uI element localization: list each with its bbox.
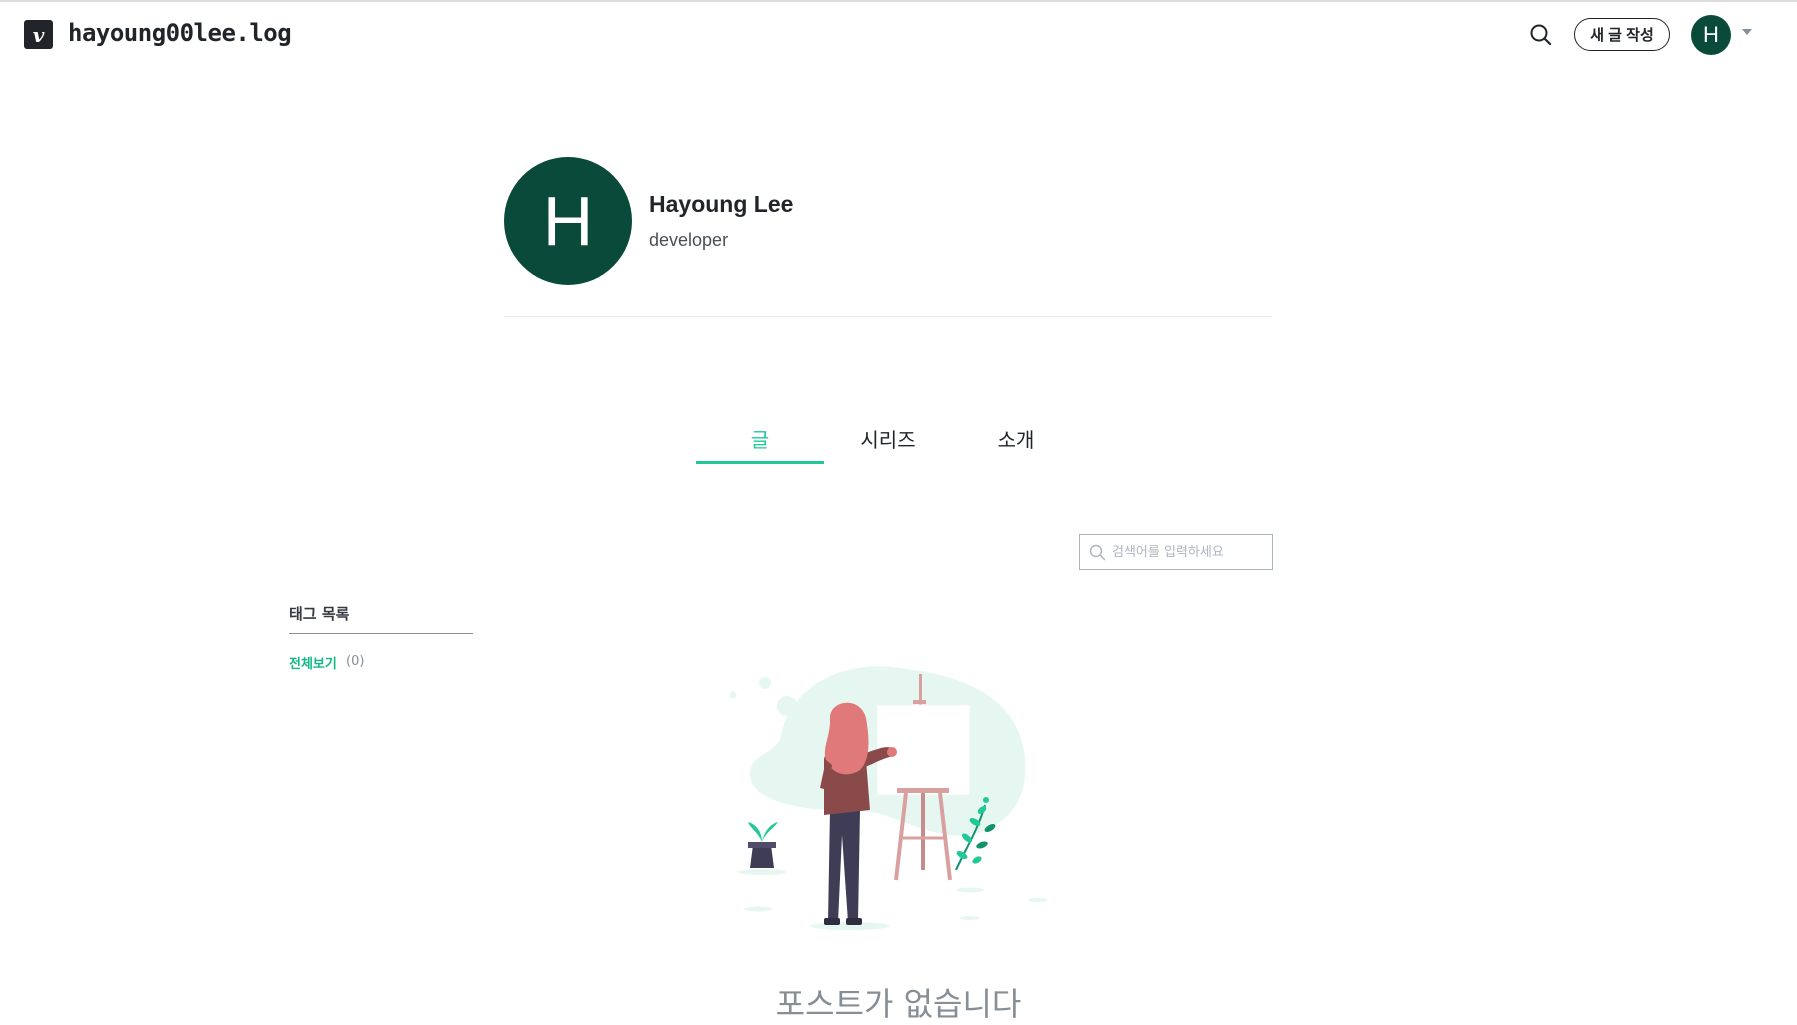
profile-tabs: 글 시리즈 소개 [696,418,1080,464]
empty-posts-illustration [729,666,1048,930]
tag-all-link[interactable]: 전체보기 [289,653,337,672]
velog-logo-icon[interactable]: v [24,20,53,49]
active-tab-indicator [696,461,824,464]
post-search-box[interactable] [1079,534,1273,570]
blog-name-link[interactable]: hayoung00lee.log [68,19,292,47]
chevron-down-icon[interactable] [1742,29,1752,35]
search-icon [1089,544,1106,560]
search-icon [1530,24,1552,46]
tab-posts[interactable]: 글 [696,418,824,464]
profile-name: Hayoung Lee [649,191,794,217]
profile-avatar: H [504,157,632,285]
profile-divider [504,316,1272,317]
tab-about[interactable]: 소개 [952,418,1080,464]
tag-list-title: 태그 목록 [289,605,350,623]
search-input[interactable] [1112,544,1262,560]
user-avatar[interactable]: H [1691,15,1731,55]
tag-all-count: (0) [346,654,365,669]
tab-series[interactable]: 시리즈 [824,418,952,464]
top-border [0,0,1797,2]
new-post-button[interactable]: 새 글 작성 [1574,18,1670,51]
search-button[interactable] [1528,22,1554,48]
empty-posts-message: 포스트가 없습니다 [775,985,1022,1023]
profile-bio: developer [649,230,729,250]
tag-list-divider [289,633,473,634]
